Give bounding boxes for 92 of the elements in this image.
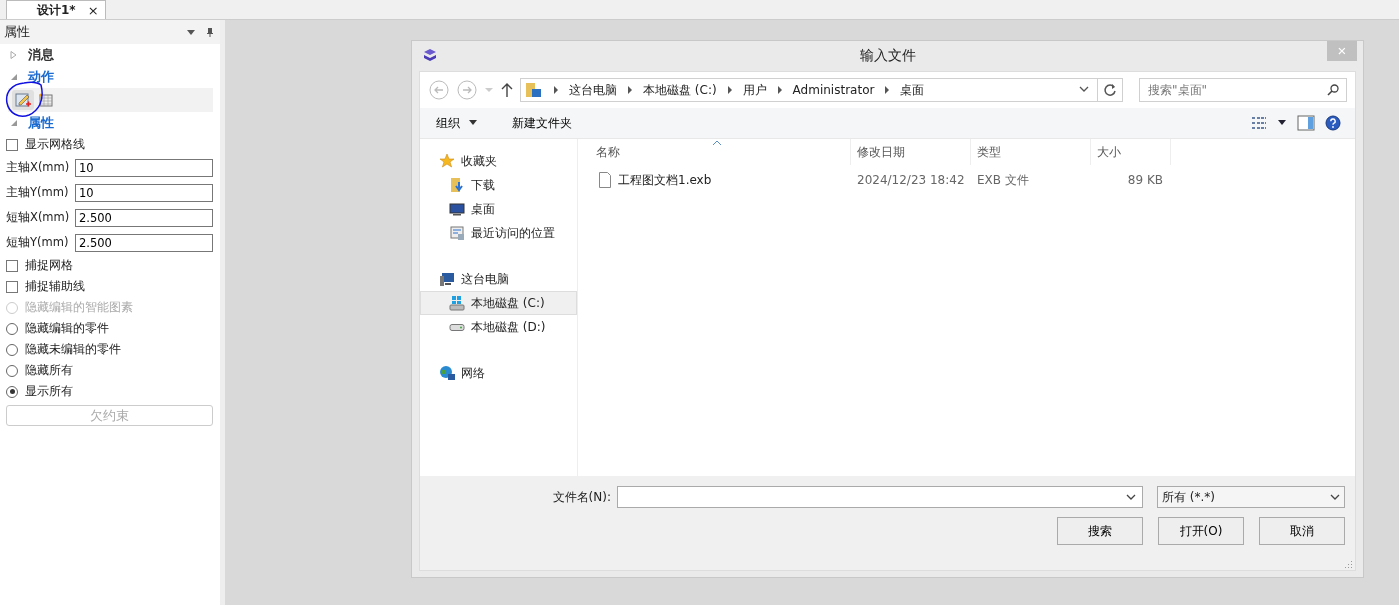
input-field[interactable]: 2.500 xyxy=(75,208,213,227)
drive-icon xyxy=(449,295,465,311)
file-type-dropdown[interactable]: 所有 (*.*) xyxy=(1157,486,1345,508)
search-icon[interactable] xyxy=(1327,84,1339,96)
dialog-title: 输入文件 xyxy=(858,47,917,65)
chevron-icon[interactable] xyxy=(553,86,559,94)
nav-item[interactable]: 下载 xyxy=(420,173,577,197)
document-icon xyxy=(598,172,612,188)
organize-button[interactable]: 组织 xyxy=(430,113,484,133)
input-field[interactable]: 2.500 xyxy=(75,233,213,252)
drive-icon xyxy=(449,323,465,331)
dialog-button[interactable]: 搜索 xyxy=(1057,517,1143,545)
dialog-button[interactable]: 取消 xyxy=(1259,517,1345,545)
nav-item[interactable]: 这台电脑 xyxy=(420,267,577,291)
tab-title: 设计1* xyxy=(37,1,76,19)
breadcrumb[interactable]: 桌面 xyxy=(900,81,925,99)
breadcrumb[interactable]: 用户 xyxy=(742,81,767,99)
radio-label: 隐藏编辑的智能图素 xyxy=(25,299,133,316)
table-cell-text: 89 KB xyxy=(1126,173,1164,187)
globe-icon xyxy=(439,365,455,381)
input-field[interactable]: 10 xyxy=(75,183,213,202)
expanded-arrow-icon[interactable] xyxy=(10,73,18,81)
address-bar[interactable]: 这台电脑 本地磁盘 (C:) 用户 Administrator 桌面 xyxy=(520,78,1123,102)
breadcrumb[interactable]: 本地磁盘 (C:) xyxy=(643,81,717,99)
new-folder-button[interactable]: 新建文件夹 xyxy=(506,113,578,133)
chevron-icon[interactable] xyxy=(726,86,733,94)
checkbox[interactable] xyxy=(6,280,18,293)
field-label: 短轴Y(mm) xyxy=(6,235,70,250)
nav-item[interactable]: 本地磁盘 (C:) xyxy=(420,291,577,315)
table-icon[interactable] xyxy=(38,92,54,108)
filename-field[interactable] xyxy=(617,486,1143,508)
file-name: 工程图文档1.exb xyxy=(618,171,712,189)
breadcrumb[interactable]: 这台电脑 xyxy=(569,81,617,99)
dialog-button[interactable]: 打开(O) xyxy=(1158,517,1244,545)
computer-icon xyxy=(439,271,455,287)
section-title[interactable]: 属性 xyxy=(28,114,54,132)
table-cell-text: EXB 文件 xyxy=(976,171,1030,189)
field-label: 短轴X(mm) xyxy=(6,210,71,225)
field-label: 主轴X(mm) xyxy=(6,160,71,175)
chevron-icon[interactable] xyxy=(884,86,891,94)
chevron-icon[interactable] xyxy=(627,86,633,94)
stack-icon xyxy=(422,48,438,64)
up-arrow-icon[interactable] xyxy=(500,82,514,98)
star-icon xyxy=(439,153,455,169)
radio-label: 显示所有 xyxy=(25,383,73,400)
search-field[interactable]: 搜索"桌面" xyxy=(1139,78,1347,102)
checkbox-label: 捕捉辅助线 xyxy=(25,278,85,295)
section-title[interactable]: 动作 xyxy=(28,68,54,86)
sort-caret-icon xyxy=(713,140,721,145)
panel-title: 属性 xyxy=(4,23,30,41)
field-label: 主轴Y(mm) xyxy=(6,185,70,200)
nav-item[interactable]: 桌面 xyxy=(420,197,577,221)
pin-icon[interactable] xyxy=(206,27,214,37)
folder-icon xyxy=(525,81,543,99)
radio-label: 隐藏未编辑的零件 xyxy=(25,341,121,358)
checkbox[interactable] xyxy=(6,259,18,272)
input-field[interactable]: 10 xyxy=(75,158,213,177)
help-icon[interactable] xyxy=(1325,115,1341,131)
nav-item[interactable]: 收藏夹 xyxy=(420,149,577,173)
caret-icon xyxy=(468,120,478,126)
dropdown-icon[interactable] xyxy=(1079,86,1089,94)
checkbox-label: 捕捉网格 xyxy=(25,257,73,274)
checkbox-label: 显示网格线 xyxy=(25,136,85,153)
expanded-arrow-icon[interactable] xyxy=(10,119,18,127)
radio-label: 隐藏编辑的零件 xyxy=(25,320,109,337)
dropdown-icon[interactable] xyxy=(186,28,196,36)
dropdown-icon[interactable] xyxy=(1126,493,1136,501)
field-label: 文件名(N): xyxy=(552,488,611,506)
file-row[interactable]: 工程图文档1.exb 2024/12/23 18:42 EXB 文件 89 KB xyxy=(578,169,1355,191)
download-folder-icon xyxy=(449,177,465,193)
checkbox[interactable] xyxy=(6,138,18,151)
nav-item[interactable]: 本地磁盘 (D:) xyxy=(420,315,577,339)
breadcrumb[interactable]: Administrator xyxy=(792,83,875,97)
nav-item[interactable]: 网络 xyxy=(420,361,577,385)
table-cell-text: 2024/12/23 18:42 xyxy=(856,173,966,187)
preview-pane-icon[interactable] xyxy=(1297,115,1315,131)
monitor-icon xyxy=(449,201,465,217)
section-title[interactable]: 消息 xyxy=(28,46,54,64)
dropdown-icon[interactable] xyxy=(1277,120,1287,126)
nav-item[interactable]: 最近访问的位置 xyxy=(420,221,577,245)
column-header[interactable]: 名称 xyxy=(578,139,851,165)
column-header[interactable]: 修改日期 xyxy=(851,139,971,165)
column-header[interactable]: 大小 xyxy=(1091,139,1171,165)
radio-label: 隐藏所有 xyxy=(25,362,73,379)
resize-grip-icon[interactable] xyxy=(1345,560,1353,568)
caret-icon xyxy=(1330,493,1340,501)
chevron-icon[interactable] xyxy=(776,86,783,94)
close-button[interactable]: × xyxy=(87,2,99,18)
list-view-icon[interactable] xyxy=(1251,116,1267,130)
document-tab[interactable]: 设计1* × xyxy=(6,0,106,19)
recent-places-icon xyxy=(449,225,465,241)
column-header[interactable]: 类型 xyxy=(971,139,1091,165)
